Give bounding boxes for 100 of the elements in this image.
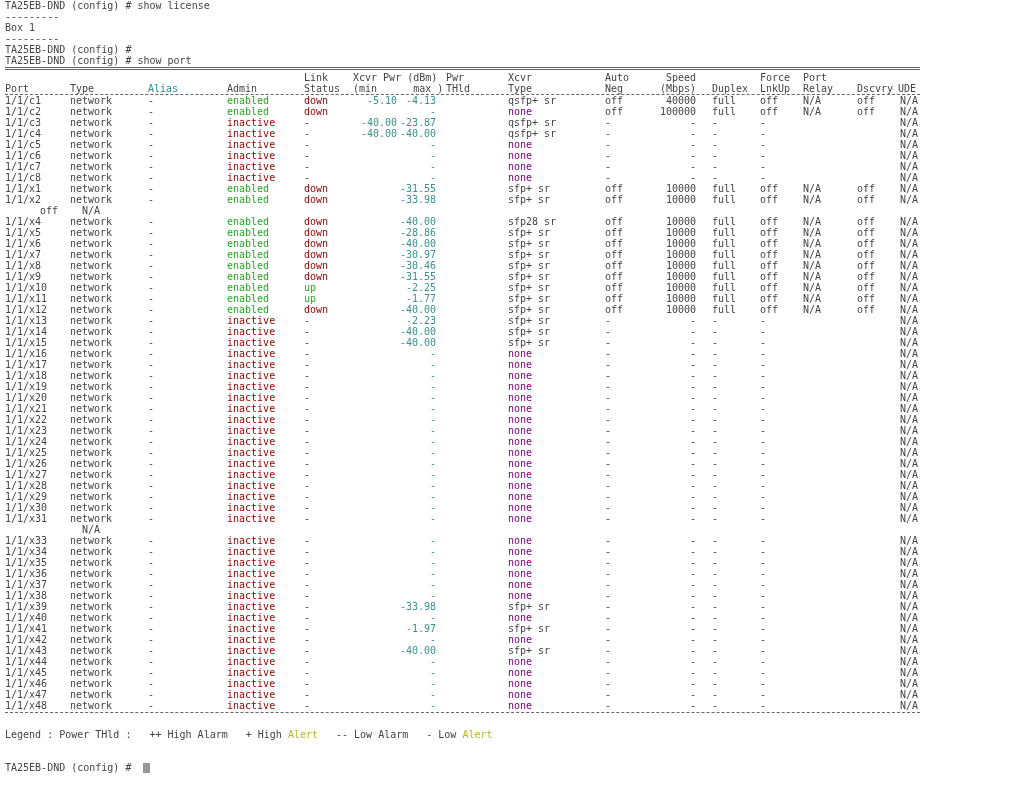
table-cell-text: - bbox=[304, 381, 312, 392]
table-cell-text: - bbox=[688, 568, 696, 579]
table-cell-text: - bbox=[428, 139, 437, 150]
table-cell-text: sfp+ sr bbox=[508, 183, 552, 194]
table-cell-text: - bbox=[148, 601, 156, 612]
cursor bbox=[143, 762, 151, 773]
table-cell-text: sfp+ sr bbox=[508, 293, 552, 304]
table-cell-text: full bbox=[711, 293, 738, 304]
table-cell-text: none bbox=[508, 370, 534, 381]
table-cell-text: - bbox=[711, 139, 720, 150]
table-cell-text: none bbox=[508, 678, 534, 689]
table-cell-text: inactive bbox=[227, 513, 277, 524]
table-cell-text: off bbox=[760, 183, 780, 194]
table-cell-text: - bbox=[760, 491, 768, 502]
table-cell-text: - bbox=[428, 447, 437, 458]
table-cell-text: -23.87 bbox=[398, 117, 437, 128]
table-cell: N/A bbox=[898, 601, 918, 612]
table-cell: N/A bbox=[898, 227, 918, 238]
table-cell-text: - bbox=[428, 161, 437, 172]
table-cell-text: off bbox=[605, 183, 625, 194]
table-cell-text: down bbox=[304, 260, 330, 271]
table-cell-text: full bbox=[711, 106, 738, 117]
table-cell-text: - bbox=[148, 238, 156, 249]
table-cell-text: - bbox=[148, 700, 156, 711]
table-cell: N/A bbox=[898, 491, 918, 502]
table-cell-text: none bbox=[508, 392, 534, 403]
table-cell-text: - bbox=[304, 579, 312, 590]
table-cell-text: - bbox=[605, 634, 613, 645]
table-cell-text: off bbox=[760, 260, 780, 271]
table-cell: N/A bbox=[898, 249, 918, 260]
table-cell-text: inactive bbox=[227, 656, 277, 667]
table-cell-text: - bbox=[148, 117, 156, 128]
table-cell-text: - bbox=[760, 337, 768, 348]
table-cell-text: inactive bbox=[227, 546, 277, 557]
table-cell-text: - bbox=[304, 689, 312, 700]
table-cell-text: 1/1/x35 bbox=[5, 557, 49, 568]
table-cell-text: - bbox=[148, 480, 156, 491]
table-cell-text: inactive bbox=[227, 491, 277, 502]
table-cell-text: none bbox=[508, 579, 534, 590]
legend-entry: ++ High Alarm bbox=[149, 729, 228, 740]
table-cell: N/A bbox=[898, 172, 918, 183]
table-cell-text: - bbox=[148, 227, 156, 238]
table-cell-text: off bbox=[605, 260, 625, 271]
table-cell-text: network bbox=[70, 535, 114, 546]
table-cell-text: network bbox=[70, 95, 114, 106]
table-cell: N/A bbox=[898, 161, 918, 172]
table-cell-text: - bbox=[760, 513, 768, 524]
table-cell-text: network bbox=[70, 436, 114, 447]
table-cell-text: network bbox=[70, 216, 114, 227]
table-cell-text: - bbox=[711, 436, 720, 447]
table-cell-text: off bbox=[857, 304, 877, 315]
table-cell: N/A bbox=[898, 117, 918, 128]
table-cell-text: none bbox=[508, 425, 534, 436]
table-cell-text: network bbox=[70, 403, 114, 414]
table-cell-text: - bbox=[688, 161, 696, 172]
table-cell-text: - bbox=[688, 667, 696, 678]
table-cell-text: - bbox=[304, 568, 312, 579]
table-cell-text: 1/1/x6 bbox=[5, 238, 43, 249]
table-cell-text: - bbox=[711, 403, 720, 414]
table-cell-text: none bbox=[508, 436, 534, 447]
table-cell-text: off bbox=[857, 227, 877, 238]
table-cell-text: inactive bbox=[227, 623, 277, 634]
table-cell-text: - bbox=[711, 513, 720, 524]
table-cell-text: N/A bbox=[803, 271, 823, 282]
table-cell-text: - bbox=[711, 172, 720, 183]
table-cell-text: - bbox=[688, 579, 696, 590]
table-cell-text: 1/1/x48 bbox=[5, 700, 49, 711]
table-cell-text: - bbox=[760, 370, 768, 381]
table-cell-text: - bbox=[605, 601, 613, 612]
table-cell-text: - bbox=[428, 106, 437, 117]
table-cell-text: - bbox=[304, 502, 312, 513]
table-cell: N/A bbox=[898, 689, 918, 700]
table-cell-text: 1/1/x10 bbox=[5, 282, 49, 293]
table-cell-text: none bbox=[508, 469, 534, 480]
table-cell-text: full bbox=[711, 271, 738, 282]
table-cell-text: - bbox=[428, 403, 437, 414]
table-cell-text: - bbox=[688, 128, 696, 139]
table-cell-text: inactive bbox=[227, 634, 277, 645]
table-cell: N/A bbox=[898, 502, 918, 513]
table-cell-text: inactive bbox=[227, 392, 277, 403]
table-cell-text: - bbox=[428, 436, 437, 447]
table-cell-text: - bbox=[605, 392, 613, 403]
table-cell-text: none bbox=[508, 689, 534, 700]
table-cell-text: inactive bbox=[227, 117, 277, 128]
table-cell-text: - bbox=[711, 315, 720, 326]
table-cell-text: N/A bbox=[803, 183, 823, 194]
table-cell-text: - bbox=[760, 502, 768, 513]
table-cell-text: inactive bbox=[227, 502, 277, 513]
table-cell-text: off bbox=[605, 106, 625, 117]
column-header: Pwr THld bbox=[446, 72, 472, 94]
table-cell-text: 1/1/x15 bbox=[5, 337, 49, 348]
table-cell-text: - bbox=[760, 667, 768, 678]
table-cell-text: - bbox=[760, 590, 768, 601]
table-cell-text: - bbox=[688, 337, 696, 348]
table-cell-text: 1/1/x23 bbox=[5, 425, 49, 436]
table-cell-text: - bbox=[148, 183, 156, 194]
table-cell-text: network bbox=[70, 645, 114, 656]
table-cell-text: none bbox=[508, 359, 534, 370]
table-cell-text: enabled bbox=[227, 183, 271, 194]
table-cell-text: - bbox=[605, 458, 613, 469]
